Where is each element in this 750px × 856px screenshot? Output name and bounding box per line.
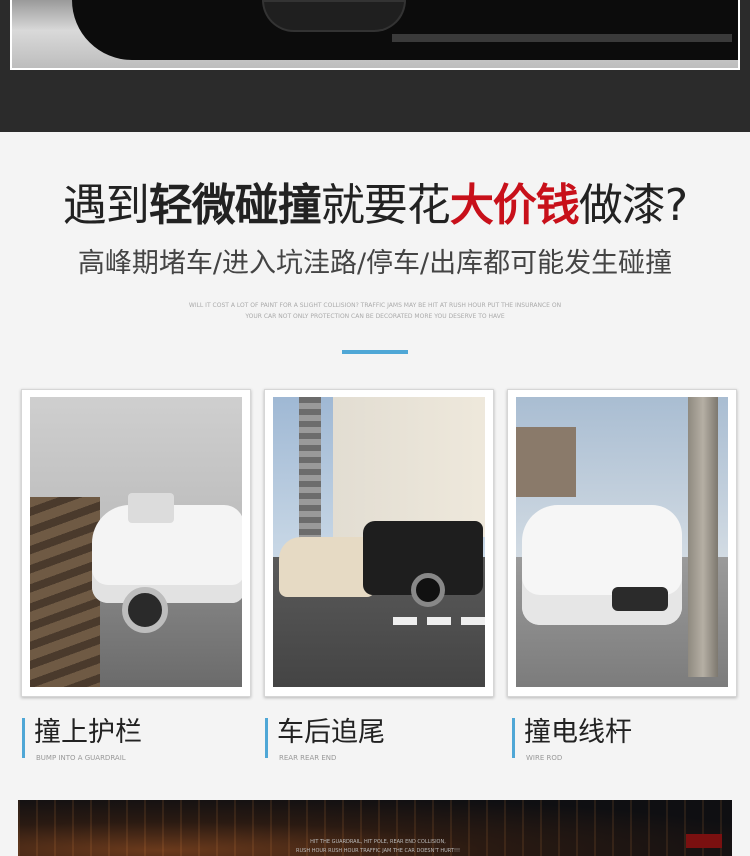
car-wheel (411, 573, 445, 607)
guardrail (30, 497, 100, 687)
card-title: 车后追尾 (277, 717, 385, 748)
guardrail-photo-card (21, 389, 251, 697)
car-grille (612, 587, 668, 611)
bumper-trim (392, 34, 732, 42)
headline-part-3: 就要花 (320, 180, 451, 231)
car-wheel (122, 587, 168, 633)
pole-photo-card (507, 389, 737, 697)
pole-photo (516, 397, 728, 687)
card-subtitle: WIRE ROD (526, 754, 563, 762)
accent-divider (342, 350, 408, 354)
headline-highlight: 大价钱 (449, 180, 580, 231)
label-accent-tick (512, 718, 515, 758)
bottom-caption: HIT THE GUARDRAIL, HIT POLE, REAR END CO… (268, 838, 488, 856)
crosswalk (393, 617, 485, 625)
page-headline: 遇到轻微碰撞就要花大价钱做漆? (0, 178, 750, 234)
guardrail-photo (30, 397, 242, 687)
bottom-caption-line: RUSH HOUR RUSH HOUR TRAFFIC JAM THE CAR … (296, 848, 460, 854)
page-subheadline: 高峰期堵车/进入坑洼路/停车/出库都可能发生碰撞 (77, 248, 673, 279)
bottom-caption-line: HIT THE GUARDRAIL, HIT POLE, REAR END CO… (310, 839, 446, 845)
top-dark-band (0, 0, 750, 132)
beige-car (279, 537, 375, 597)
card-subtitle: BUMP INTO A GUARDRAIL (36, 754, 126, 762)
background-car (128, 493, 174, 523)
building (333, 397, 485, 537)
card-subtitle: REAR REAR END (279, 754, 337, 762)
rear-end-photo-card (264, 389, 494, 697)
car-bumper-photo (10, 0, 740, 70)
bumper-shape (72, 0, 738, 60)
headline-part-5: 做漆? (578, 180, 688, 231)
headline-part-1: 遇到 (62, 180, 150, 231)
fine-print-line: WILL IT COST A LOT OF PAINT FOR A SLIGHT… (188, 302, 562, 309)
rear-end-photo (273, 397, 485, 687)
building (516, 427, 576, 497)
card-title: 撞上护栏 (34, 717, 142, 748)
headline-part-2: 轻微碰撞 (148, 180, 322, 231)
fine-print: WILL IT COST A LOT OF PAINT FOR A SLIGHT… (150, 300, 600, 322)
label-accent-tick (265, 718, 268, 758)
fine-print-line: YOUR CAR NOT ONLY PROTECTION CAN BE DECO… (245, 313, 505, 320)
utility-pole (688, 397, 718, 677)
card-title: 撞电线杆 (524, 717, 632, 748)
bumper-vent (262, 0, 406, 32)
label-accent-tick (22, 718, 25, 758)
red-sign (686, 834, 722, 848)
tower (299, 397, 321, 547)
night-street-photo: HIT THE GUARDRAIL, HIT POLE, REAR END CO… (18, 800, 732, 856)
